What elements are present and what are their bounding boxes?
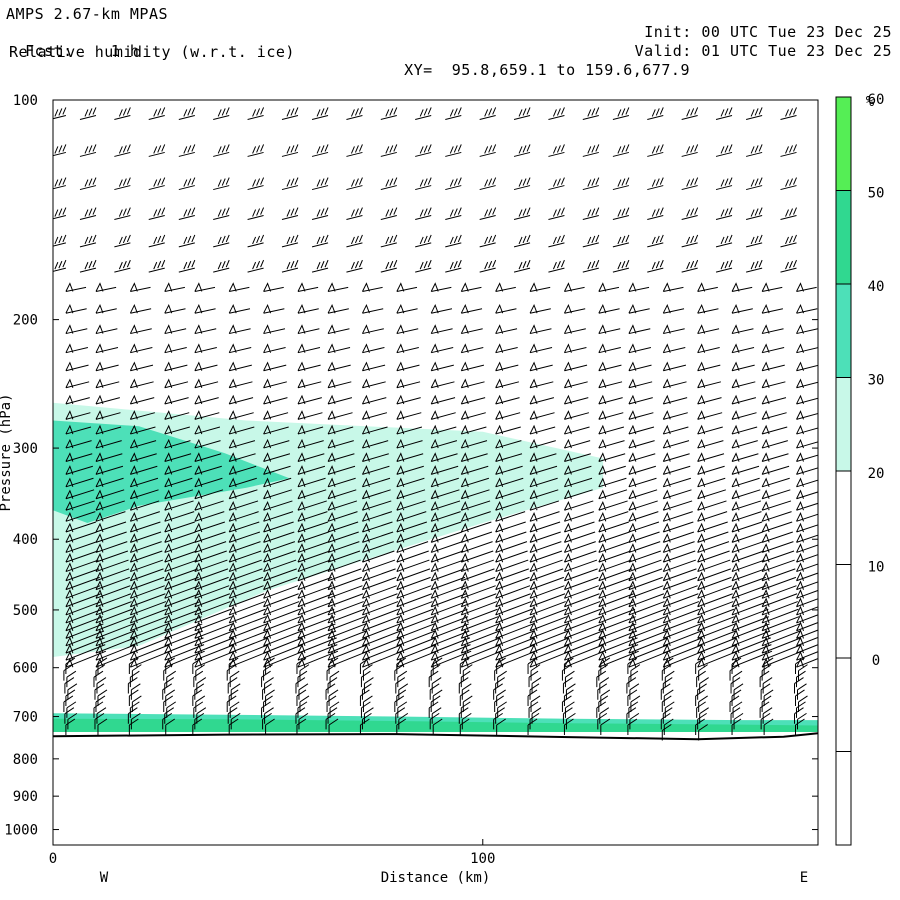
colorbar-tick-label-10: 10 <box>868 560 885 576</box>
east-label: E <box>800 870 808 886</box>
colorbar-tick-label-40: 40 <box>868 279 885 295</box>
barb-column-14 <box>513 107 571 735</box>
colorbar-level-30 <box>836 377 851 471</box>
colorbar-tick-label-20: 20 <box>868 466 885 482</box>
y-tick-label-800: 800 <box>13 752 38 768</box>
y-tick-label-900: 900 <box>13 789 38 805</box>
y-axis-label: Pressure (hPa) <box>0 393 14 511</box>
barb-column-15 <box>548 107 605 735</box>
y-tick-label-600: 600 <box>13 661 38 677</box>
barb-column-7 <box>281 107 339 735</box>
west-label: W <box>100 870 109 886</box>
y-tick-label-1000: 1000 <box>4 823 38 839</box>
colorbar-level-50 <box>836 190 851 284</box>
barb-column-21 <box>746 107 803 735</box>
plot-area <box>53 107 818 741</box>
barb-column-17 <box>612 107 670 735</box>
barb-column-20 <box>715 107 773 735</box>
colorbar-tick-label-0: 0 <box>872 653 880 669</box>
y-tick-label-500: 500 <box>13 603 38 619</box>
cross-section-chart: 1002003004005006007008009001000Pressure … <box>0 92 885 886</box>
barb-column-13 <box>479 107 536 735</box>
barb-column-10 <box>380 107 437 735</box>
barb-column-8 <box>311 107 369 735</box>
y-tick-label-200: 200 <box>13 313 38 329</box>
barb-column-9 <box>346 107 403 735</box>
barb-column-12 <box>445 107 502 735</box>
x-tick-label-100: 100 <box>470 851 495 867</box>
terrain-line <box>53 732 818 741</box>
colorbar-unit: % <box>866 94 875 110</box>
y-tick-label-300: 300 <box>13 441 38 457</box>
x-tick-label-0: 0 <box>49 851 57 867</box>
barb-column-11 <box>415 107 472 735</box>
barb-column-19 <box>681 107 738 741</box>
y-tick-label-700: 700 <box>13 710 38 726</box>
colorbar-tick-label-50: 50 <box>868 186 885 202</box>
barb-column-16 <box>582 107 639 735</box>
barb-column-22 <box>780 107 818 735</box>
colorbar-tick-label-30: 30 <box>868 373 885 389</box>
colorbar <box>835 96 852 846</box>
barb-column-18 <box>647 107 704 741</box>
y-tick-label-100: 100 <box>13 93 38 109</box>
y-tick-label-400: 400 <box>13 532 38 548</box>
colorbar-level-40 <box>836 284 851 378</box>
x-axis-label: Distance (km) <box>381 870 491 886</box>
colorbar-level-60 <box>836 97 851 191</box>
